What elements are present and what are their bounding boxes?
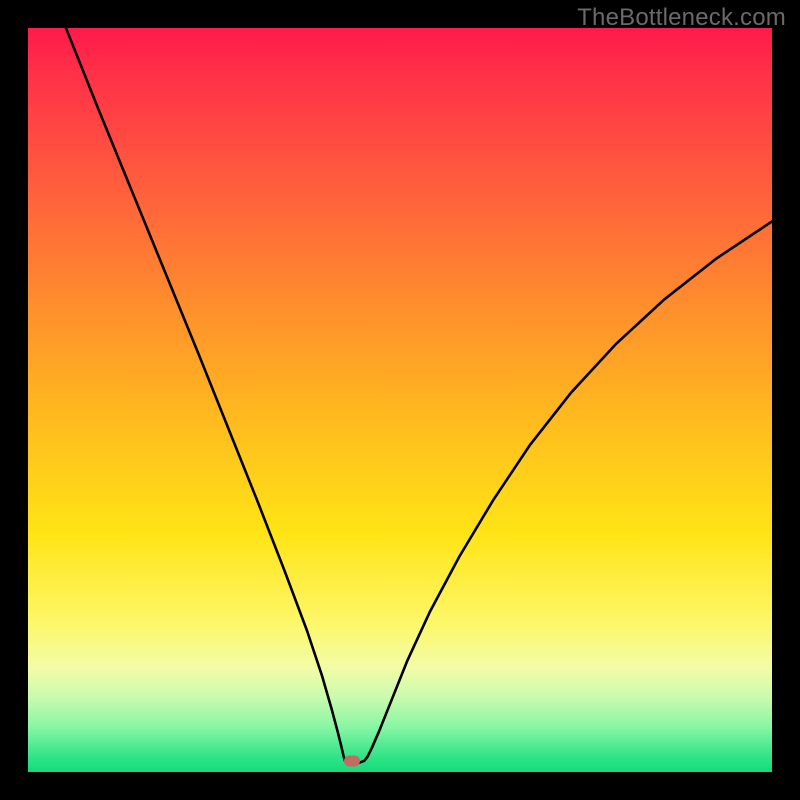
bottleneck-curve-path [66, 28, 772, 763]
optimal-point-marker [344, 755, 360, 766]
watermark-text: TheBottleneck.com [577, 4, 786, 32]
app-frame: TheBottleneck.com [0, 0, 800, 800]
bottleneck-curve-svg [28, 28, 772, 772]
plot-area [28, 28, 772, 772]
